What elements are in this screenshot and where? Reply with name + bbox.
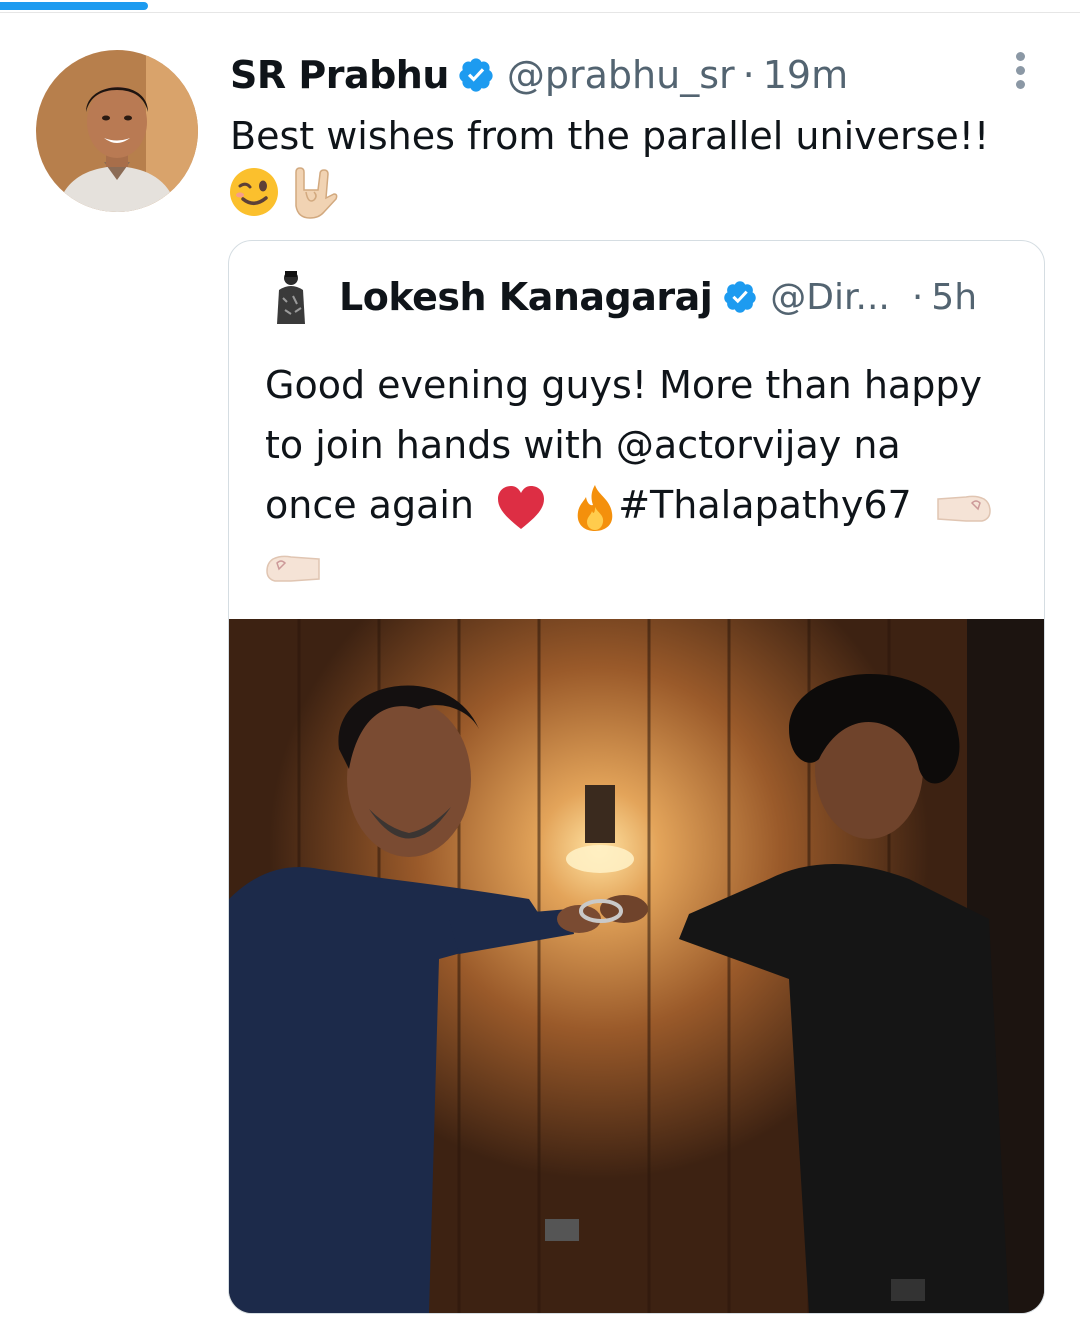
left-facing-fist-icon <box>937 495 991 522</box>
quoted-tweet-header: Lokesh Kanagaraj @Dir... · 5h <box>271 268 977 326</box>
verified-badge-icon <box>459 58 493 92</box>
tweet-emoji-row <box>228 164 338 220</box>
quoted-tweet-card[interactable]: Lokesh Kanagaraj @Dir... · 5h Good eveni… <box>228 240 1045 1314</box>
loading-progress-bar <box>0 0 1080 14</box>
separator-dot: · <box>742 53 755 97</box>
tweet-text: Best wishes from the parallel universe!! <box>230 114 990 158</box>
tweet-timestamp[interactable]: 19m <box>763 53 848 97</box>
quoted-tweet-text: Good evening guys! More than happy to jo… <box>265 355 1025 595</box>
hashtag-thalapathy67[interactable]: #Thalapathy67 <box>618 483 912 527</box>
winking-face-icon <box>230 168 278 216</box>
quoted-author-handle[interactable]: @Dir... <box>770 277 890 318</box>
quoted-tweet-timestamp[interactable]: 5h <box>931 277 977 318</box>
quoted-separator-dot: · <box>911 276 924 318</box>
sign-of-the-horns-icon <box>295 167 338 219</box>
quoted-text-line-4 <box>265 535 1025 595</box>
loading-progress-fill <box>0 2 148 10</box>
quoted-text-line-2: to join hands with @actorvijay na <box>265 423 901 467</box>
quoted-tweet-photo[interactable] <box>229 619 1044 1313</box>
right-facing-fist-icon <box>266 555 320 582</box>
quoted-verified-badge-icon <box>724 281 757 313</box>
quoted-author-avatar[interactable] <box>271 268 311 326</box>
tweet-header: SR Prabhu @prabhu_sr · 19m <box>230 50 848 100</box>
fire-icon <box>577 484 613 531</box>
author-avatar[interactable] <box>36 50 198 212</box>
author-display-name[interactable]: SR Prabhu <box>230 53 449 97</box>
quoted-text-line-1: Good evening guys! More than happy <box>265 363 982 407</box>
author-handle[interactable]: @prabhu_sr <box>507 53 735 97</box>
more-options-icon[interactable] <box>1008 52 1032 92</box>
quoted-text-line-3: once again #Thalapathy67 <box>265 475 1025 535</box>
red-heart-icon <box>498 485 545 529</box>
quoted-author-display-name[interactable]: Lokesh Kanagaraj <box>339 275 713 319</box>
top-divider <box>0 12 1080 13</box>
quoted-text-once-again: once again <box>265 483 475 527</box>
